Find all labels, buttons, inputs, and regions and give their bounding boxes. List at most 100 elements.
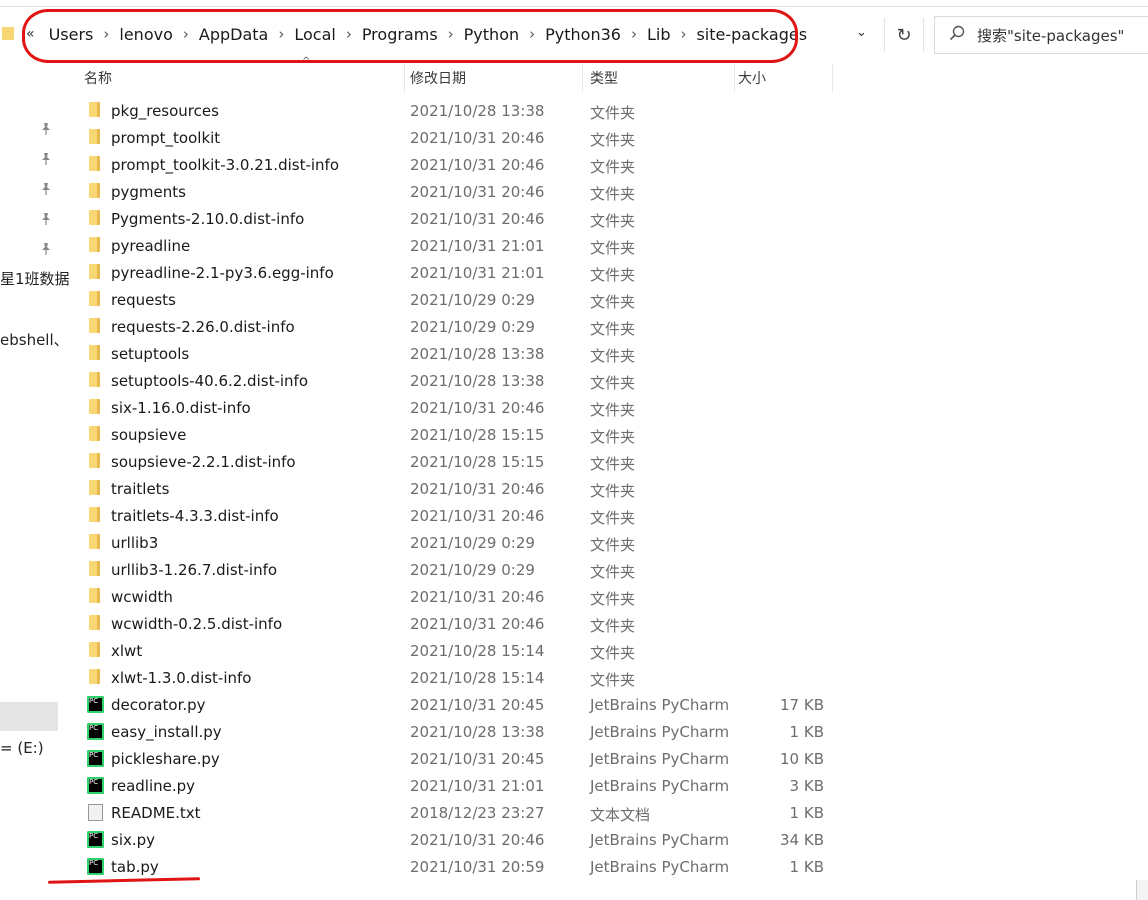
nav-item[interactable]: ebshell、: [0, 329, 69, 350]
file-date: 2021/10/28 15:15: [410, 426, 545, 444]
file-type: 文件夹: [590, 455, 636, 473]
folder-icon: [89, 399, 100, 414]
folder-icon: [89, 669, 100, 684]
file-row[interactable]: setuptools-40.6.2.dist-info 2021/10/28 13…: [80, 368, 840, 395]
divider: [0, 6, 1148, 7]
folder-icon: [89, 129, 100, 144]
file-name: wcwidth-0.2.5.dist-info: [111, 615, 283, 633]
file-row[interactable]: traitlets 2021/10/31 20:46 文件夹: [80, 476, 840, 503]
folder-icon: [89, 210, 100, 225]
column-header-date[interactable]: 修改日期: [410, 68, 466, 88]
scrollbar[interactable]: [1136, 880, 1148, 900]
folder-icon: [89, 453, 100, 468]
file-name: pkg_resources: [111, 102, 219, 120]
chevron-down-icon[interactable]: ⌄: [856, 25, 867, 40]
file-row[interactable]: pkg_resources 2021/10/28 13:38 文件夹: [80, 98, 840, 125]
file-date: 2021/10/31 20:46: [410, 480, 545, 498]
file-type: 文件夹: [590, 374, 636, 392]
file-type: 文件夹: [590, 239, 636, 257]
pin-icon[interactable]: [40, 242, 52, 256]
nav-selected-item[interactable]: [0, 702, 58, 731]
file-name: tab.py: [111, 858, 159, 876]
pin-icon[interactable]: [40, 212, 52, 226]
search-input[interactable]: 搜索"site-packages": [934, 16, 1148, 54]
file-type: 文件夹: [590, 131, 636, 149]
file-row[interactable]: pygments 2021/10/31 20:46 文件夹: [80, 179, 840, 206]
file-row[interactable]: setuptools 2021/10/28 13:38 文件夹: [80, 341, 840, 368]
file-date: 2021/10/28 15:14: [410, 642, 545, 660]
file-type: 文件夹: [590, 104, 636, 122]
file-size: 1 KB: [789, 723, 824, 741]
file-row[interactable]: pyreadline-2.1-py3.6.egg-info 2021/10/31 …: [80, 260, 840, 287]
column-divider[interactable]: [404, 64, 405, 92]
file-row[interactable]: six.py 2021/10/31 20:46 JetBrains PyCharm 3…: [80, 827, 840, 854]
file-type: 文件夹: [590, 185, 636, 203]
file-type: 文件夹: [590, 212, 636, 230]
column-header-name[interactable]: 名称: [84, 68, 112, 88]
file-type: JetBrains PyCharm: [590, 750, 730, 768]
pin-icon[interactable]: [40, 152, 52, 166]
file-name: prompt_toolkit-3.0.21.dist-info: [111, 156, 340, 174]
file-date: 2021/10/31 20:46: [410, 210, 545, 228]
file-name: pyreadline: [111, 237, 191, 255]
file-row[interactable]: prompt_toolkit-3.0.21.dist-info 2021/10/3…: [80, 152, 840, 179]
file-row[interactable]: urllib3 2021/10/29 0:29 文件夹: [80, 530, 840, 557]
file-row[interactable]: pickleshare.py 2021/10/31 20:45 JetBrains …: [80, 746, 840, 773]
file-type: 文件夹: [590, 320, 636, 338]
file-name: decorator.py: [111, 696, 206, 714]
nav-item[interactable]: = (E:): [0, 739, 44, 757]
file-row[interactable]: six-1.16.0.dist-info 2021/10/31 20:46 文件夹: [80, 395, 840, 422]
file-name: urllib3-1.26.7.dist-info: [111, 561, 278, 579]
file-name: six.py: [111, 831, 156, 849]
file-row[interactable]: README.txt 2018/12/23 23:27 文本文档 1 KB: [80, 800, 840, 827]
column-header-type[interactable]: 类型: [590, 68, 618, 88]
file-date: 2021/10/31 20:46: [410, 507, 545, 525]
refresh-button[interactable]: ↻: [884, 18, 924, 52]
file-date: 2021/10/29 0:29: [410, 561, 535, 579]
file-name: wcwidth: [111, 588, 173, 606]
pin-icon[interactable]: [40, 122, 52, 136]
annotation-underline: [47, 877, 201, 884]
file-row[interactable]: soupsieve-2.2.1.dist-info 2021/10/28 15:1…: [80, 449, 840, 476]
file-row[interactable]: prompt_toolkit 2021/10/31 20:46 文件夹: [80, 125, 840, 152]
file-row[interactable]: decorator.py 2021/10/31 20:45 JetBrains Py…: [80, 692, 840, 719]
pycharm-file-icon: [87, 723, 104, 740]
file-date: 2021/10/31 21:01: [410, 777, 545, 795]
file-row[interactable]: wcwidth 2021/10/31 20:46 文件夹: [80, 584, 840, 611]
file-row[interactable]: wcwidth-0.2.5.dist-info 2021/10/31 20:46 文…: [80, 611, 840, 638]
file-name: easy_install.py: [111, 723, 222, 741]
file-row[interactable]: requests-2.26.0.dist-info 2021/10/29 0:29…: [80, 314, 840, 341]
file-date: 2021/10/28 13:38: [410, 723, 545, 741]
file-type: 文件夹: [590, 671, 636, 689]
file-type: 文本文档: [590, 806, 651, 824]
file-row[interactable]: xlwt 2021/10/28 15:14 文件夹: [80, 638, 840, 665]
column-divider[interactable]: [582, 64, 583, 92]
file-row[interactable]: Pygments-2.10.0.dist-info 2021/10/31 20:4…: [80, 206, 840, 233]
folder-icon: [89, 615, 100, 630]
file-row[interactable]: easy_install.py 2021/10/28 13:38 JetBrains…: [80, 719, 840, 746]
file-row[interactable]: pyreadline 2021/10/31 21:01 文件夹: [80, 233, 840, 260]
nav-item[interactable]: 星1班数据: [0, 268, 70, 289]
file-row[interactable]: urllib3-1.26.7.dist-info 2021/10/29 0:29 文…: [80, 557, 840, 584]
file-row[interactable]: requests 2021/10/29 0:29 文件夹: [80, 287, 840, 314]
file-row[interactable]: soupsieve 2021/10/28 15:15 文件夹: [80, 422, 840, 449]
file-row[interactable]: readline.py 2021/10/31 21:01 JetBrains PyC…: [80, 773, 840, 800]
file-type: 文件夹: [590, 347, 636, 365]
column-header-size[interactable]: 大小: [738, 68, 766, 88]
folder-icon: [89, 372, 100, 387]
pycharm-file-icon: [87, 696, 104, 713]
file-size: 34 KB: [780, 831, 824, 849]
column-headers: ^ 名称 修改日期 类型 大小: [70, 56, 840, 92]
column-divider[interactable]: [832, 64, 833, 92]
file-row[interactable]: xlwt-1.3.0.dist-info 2021/10/28 15:14 文件夹: [80, 665, 840, 692]
pin-icon[interactable]: [40, 182, 52, 196]
file-name: readline.py: [111, 777, 196, 795]
pycharm-file-icon: [87, 777, 104, 794]
folder-icon: [89, 318, 100, 333]
file-type: JetBrains PyCharm: [590, 777, 730, 795]
file-size: 17 KB: [780, 696, 824, 714]
column-divider[interactable]: [734, 64, 735, 92]
sort-arrow-icon: ^: [302, 56, 311, 67]
file-date: 2021/10/28 13:38: [410, 372, 545, 390]
file-row[interactable]: traitlets-4.3.3.dist-info 2021/10/31 20:4…: [80, 503, 840, 530]
